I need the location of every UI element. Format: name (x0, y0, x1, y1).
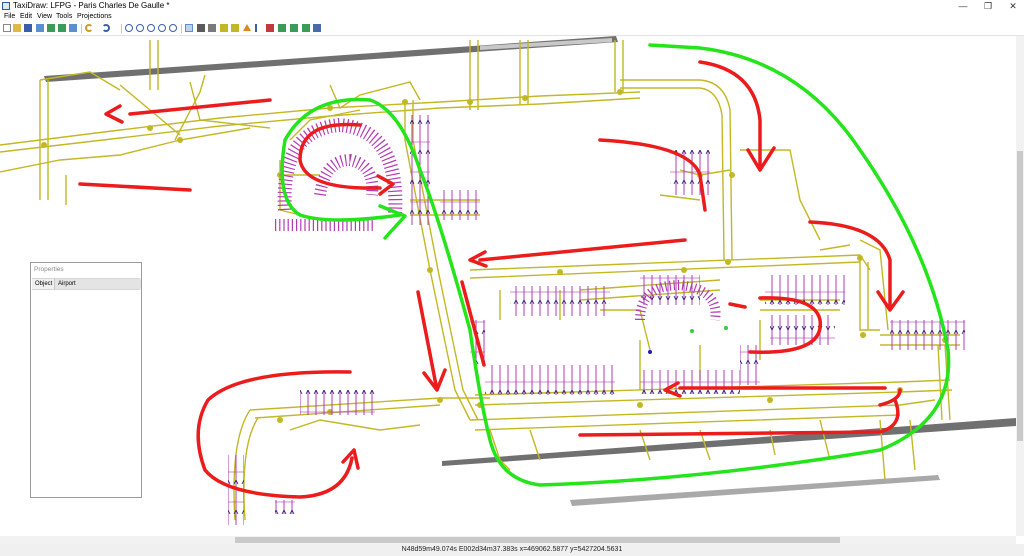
parking-group (485, 365, 615, 395)
zoom-in-icon[interactable] (125, 24, 133, 32)
warning-icon[interactable] (243, 24, 251, 31)
airport-column-label: Airport (58, 281, 76, 287)
runway-north-shoulder[interactable] (480, 38, 612, 50)
coordinates-readout: N48d59m49.074s E002d34m37.383s x=469062.… (401, 546, 623, 553)
redo-icon[interactable] (102, 24, 110, 32)
vertical-scroll-thumb[interactable] (1017, 151, 1023, 441)
new-icon[interactable] (3, 24, 11, 32)
arrow-icon[interactable] (255, 24, 263, 32)
node-icon[interactable] (197, 24, 205, 32)
status-bar: N48d59m49.074s E002d34m37.383s x=469062.… (0, 544, 1024, 556)
parking-group (670, 150, 710, 195)
parking-group (275, 500, 295, 514)
undo-icon[interactable] (85, 24, 93, 32)
menu-view[interactable]: View (37, 12, 52, 22)
airport-column-header[interactable]: Airport (54, 279, 141, 289)
menu-bar: File Edit View Tools Projections (0, 12, 1024, 22)
parking-group (640, 370, 740, 394)
runway-south[interactable] (442, 418, 1016, 466)
sign-icon[interactable] (313, 24, 321, 32)
object-column-header[interactable]: Object (35, 280, 52, 288)
parking-group (770, 315, 835, 345)
zoom-fit-icon[interactable] (147, 24, 155, 32)
horizontal-scrollbar[interactable] (0, 536, 1016, 544)
taxi-route-icon[interactable] (290, 24, 298, 32)
export-icon[interactable] (69, 24, 77, 32)
minimize-button[interactable]: — (950, 0, 976, 12)
save-icon[interactable] (24, 24, 32, 32)
menu-edit[interactable]: Edit (20, 12, 32, 22)
toolbar-separator (121, 24, 122, 33)
parking-stands[interactable] (228, 115, 965, 525)
maximize-button[interactable]: ❐ (975, 0, 1001, 12)
parking-icon[interactable] (278, 24, 286, 32)
parking-group (765, 275, 845, 305)
airport-map[interactable] (0, 36, 1016, 536)
vertical-scrollbar[interactable] (1016, 36, 1024, 536)
parking-group (510, 286, 610, 316)
properties-panel[interactable]: Properties Object Airport (30, 262, 142, 498)
window-title: TaxiDraw: LFPG - Paris Charles De Gaulle… (13, 1, 170, 10)
title-bar: TaxiDraw: LFPG - Paris Charles De Gaulle… (0, 0, 1024, 12)
menu-projections[interactable]: Projections (77, 12, 112, 22)
toolbar (0, 22, 1024, 36)
taxiway-icon[interactable] (231, 24, 239, 32)
open-icon[interactable] (13, 24, 21, 32)
properties-title: Properties (34, 266, 64, 273)
properties-header: Object Airport (32, 278, 141, 290)
export-icon[interactable] (47, 24, 55, 32)
parking-group (890, 320, 965, 350)
parking-group (440, 190, 480, 220)
zoom-window-icon[interactable] (158, 24, 166, 32)
light-icon[interactable] (302, 24, 310, 32)
map-canvas[interactable] (0, 36, 1016, 536)
import-icon[interactable] (36, 24, 44, 32)
zoom-out-icon[interactable] (136, 24, 144, 32)
close-button[interactable]: ✕ (1000, 0, 1024, 12)
toolbar-separator (181, 24, 182, 33)
runway-icon[interactable] (208, 24, 216, 32)
select-icon[interactable] (185, 24, 193, 32)
menu-tools[interactable]: Tools (56, 12, 72, 22)
app-icon (2, 2, 10, 10)
refresh-icon[interactable] (169, 24, 177, 32)
export-icon[interactable] (58, 24, 66, 32)
menu-file[interactable]: File (4, 12, 15, 22)
edit-icon[interactable] (220, 24, 228, 32)
horizontal-scroll-thumb[interactable] (235, 537, 840, 543)
toolbar-separator (81, 24, 82, 33)
hold-icon[interactable] (266, 24, 274, 32)
parking-curve (277, 117, 403, 216)
parking-group (300, 390, 375, 415)
